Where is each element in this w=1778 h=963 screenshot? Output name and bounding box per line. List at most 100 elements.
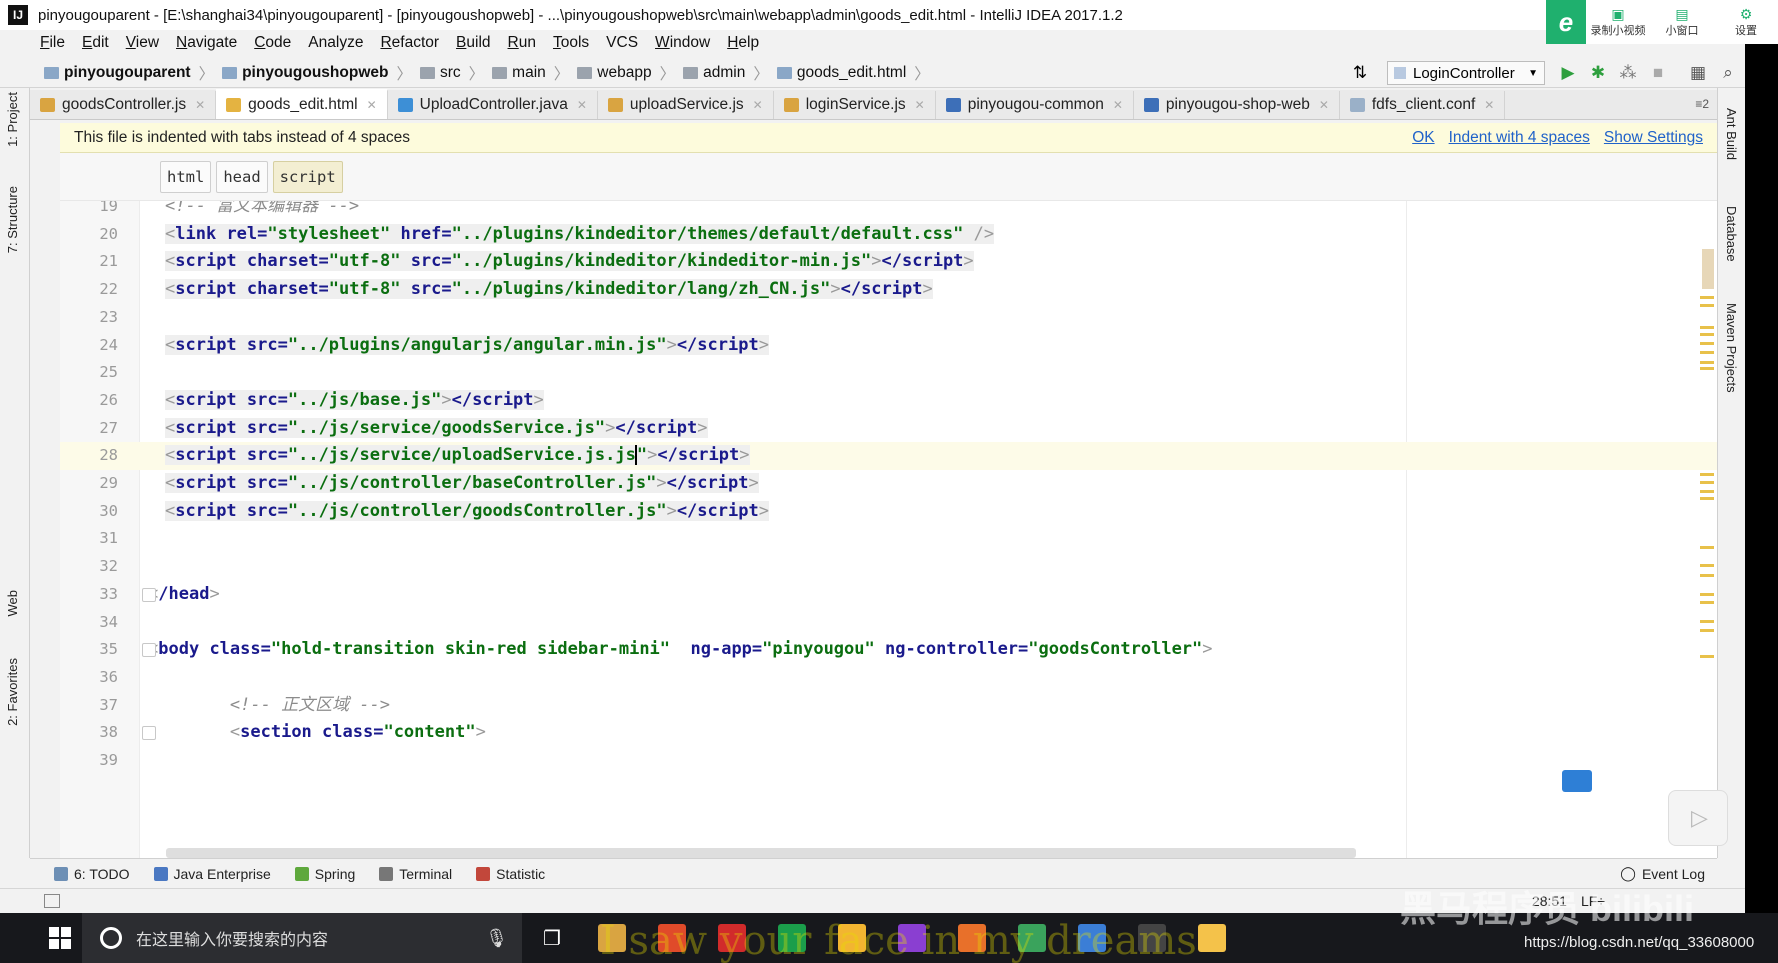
breadcrumb-item[interactable]: webapp 〉 bbox=[577, 62, 675, 84]
stop-icon[interactable]: ■ bbox=[1643, 63, 1673, 83]
microphone-icon[interactable]: 🎙 bbox=[485, 928, 508, 949]
menu-item[interactable]: VCS bbox=[606, 34, 638, 52]
error-stripe-mark[interactable] bbox=[1700, 473, 1714, 476]
build-icon[interactable]: ⇅ bbox=[1345, 63, 1375, 83]
menu-item[interactable]: Help bbox=[727, 34, 759, 52]
error-stripe-mark[interactable] bbox=[1700, 296, 1714, 299]
coverage-icon[interactable]: ⁂ bbox=[1613, 63, 1643, 83]
fold-marker-icon[interactable] bbox=[142, 587, 156, 602]
bottom-tool-button[interactable]: Terminal bbox=[379, 866, 452, 882]
close-icon[interactable]: ✕ bbox=[577, 98, 587, 112]
editor-tab[interactable]: pinyougou-common ✕ bbox=[936, 91, 1134, 119]
menu-mnemonic: B bbox=[456, 34, 467, 51]
menu-item[interactable]: View bbox=[126, 34, 159, 52]
editor-tab[interactable]: pinyougou-shop-web ✕ bbox=[1134, 91, 1340, 119]
breadcrumb-item[interactable]: goods_edit.html 〉 bbox=[776, 62, 930, 84]
menu-item[interactable]: Edit bbox=[82, 34, 109, 52]
error-stripe-mark[interactable] bbox=[1700, 342, 1714, 345]
menu-item[interactable]: Code bbox=[254, 34, 291, 52]
favorites-tool-tab[interactable]: 2: Favorites bbox=[5, 658, 20, 726]
structure-tool-tab[interactable]: 7: Structure bbox=[5, 186, 20, 253]
error-stripe-mark[interactable] bbox=[1700, 629, 1714, 632]
ok-link[interactable]: OK bbox=[1412, 129, 1434, 147]
close-icon[interactable]: ✕ bbox=[1113, 98, 1123, 112]
recorder-button[interactable]: ⚙ 设置 bbox=[1714, 0, 1778, 44]
web-tool-tab[interactable]: Web bbox=[5, 590, 20, 617]
menu-item[interactable]: Analyze bbox=[308, 34, 363, 52]
recorder-button[interactable]: ▣ 录制小视频 bbox=[1586, 0, 1650, 44]
bottom-tool-button[interactable]: Spring bbox=[294, 866, 355, 882]
menu-item[interactable]: Build bbox=[456, 34, 490, 52]
show-settings-link[interactable]: Show Settings bbox=[1604, 129, 1703, 147]
menu-item[interactable]: Window bbox=[655, 34, 710, 52]
play-float-icon[interactable]: ▷ bbox=[1668, 790, 1728, 846]
tag-crumb[interactable]: script bbox=[272, 160, 343, 193]
editor-tab[interactable]: goods_edit.html ✕ bbox=[216, 89, 388, 119]
menu-item[interactable]: File bbox=[40, 34, 65, 52]
line-number: 28 bbox=[99, 446, 118, 465]
tag-crumb[interactable]: html bbox=[160, 160, 212, 193]
run-icon[interactable]: ▶ bbox=[1553, 63, 1583, 83]
close-icon[interactable]: ✕ bbox=[1319, 98, 1329, 112]
error-stripe-mark[interactable] bbox=[1700, 351, 1714, 354]
breadcrumb-item[interactable]: src 〉 bbox=[419, 62, 484, 84]
menu-item[interactable]: Refactor bbox=[380, 34, 439, 52]
breadcrumb-item[interactable]: main 〉 bbox=[492, 62, 569, 84]
fold-marker-icon[interactable] bbox=[142, 643, 156, 658]
fold-marker-icon[interactable] bbox=[142, 726, 156, 741]
error-stripe-mark[interactable] bbox=[1700, 481, 1714, 484]
taskbar-search[interactable]: 在这里输入你要搜索的内容 🎙 bbox=[82, 913, 522, 963]
close-icon[interactable]: ✕ bbox=[195, 98, 205, 112]
error-stripe-mark[interactable] bbox=[1700, 574, 1714, 577]
error-stripe-mark[interactable] bbox=[1700, 333, 1714, 336]
breadcrumb-item[interactable]: pinyougoushopweb 〉 bbox=[222, 62, 412, 84]
error-stripe-mark[interactable] bbox=[1700, 326, 1714, 329]
tag-crumb[interactable]: head bbox=[216, 160, 268, 193]
error-stripe-mark[interactable] bbox=[1700, 564, 1714, 567]
bottom-tool-button[interactable]: 6: TODO bbox=[54, 866, 130, 882]
error-stripe-mark[interactable] bbox=[1700, 304, 1714, 307]
menu-item[interactable]: Navigate bbox=[176, 34, 237, 52]
recorder-button[interactable]: ▤ 小窗口 bbox=[1650, 0, 1714, 44]
debug-icon[interactable]: ✱ bbox=[1583, 63, 1613, 83]
editor-tab[interactable]: uploadService.js ✕ bbox=[598, 91, 774, 119]
bottom-tool-button[interactable]: Java Enterprise bbox=[153, 866, 271, 882]
tool-windows-toggle-icon[interactable] bbox=[44, 894, 60, 908]
error-stripe-mark[interactable] bbox=[1700, 593, 1714, 596]
close-icon[interactable]: ✕ bbox=[915, 98, 925, 112]
project-tool-tab[interactable]: 1: Project bbox=[5, 92, 20, 147]
maven-tool-tab[interactable]: Maven Projects bbox=[1724, 303, 1739, 393]
close-icon[interactable]: ✕ bbox=[367, 98, 377, 112]
start-button[interactable] bbox=[38, 915, 82, 961]
bottom-tool-button[interactable]: Statistic bbox=[476, 866, 545, 882]
horizontal-scrollbar[interactable] bbox=[166, 848, 1356, 858]
tabs-overflow-icon[interactable]: ≡2 bbox=[1695, 97, 1709, 119]
error-stripe-mark[interactable] bbox=[1700, 620, 1714, 623]
project-structure-icon[interactable]: ▦ bbox=[1683, 63, 1713, 83]
search-everywhere-icon[interactable]: ⌕ bbox=[1713, 63, 1743, 83]
breadcrumb-item[interactable]: admin 〉 bbox=[683, 62, 769, 84]
editor-tab[interactable]: fdfs_client.conf ✕ bbox=[1340, 91, 1506, 119]
error-stripe-mark[interactable] bbox=[1700, 655, 1714, 658]
database-tool-tab[interactable]: Database bbox=[1724, 206, 1739, 262]
indent-link[interactable]: Indent with 4 spaces bbox=[1449, 129, 1590, 147]
error-stripe-mark[interactable] bbox=[1700, 497, 1714, 500]
menu-item[interactable]: Tools bbox=[553, 34, 589, 52]
task-view-button[interactable]: ❐ bbox=[522, 913, 582, 963]
error-stripe-mark[interactable] bbox=[1700, 361, 1714, 364]
code-editor[interactable]: 19 <!-- 富文本编辑器 --> 20 <link rel="stylesheet… bbox=[60, 201, 1717, 858]
chat-float-icon[interactable] bbox=[1562, 770, 1592, 792]
editor-tab[interactable]: UploadController.java ✕ bbox=[388, 91, 598, 119]
editor-tab[interactable]: goodsController.js ✕ bbox=[30, 91, 217, 119]
editor-tab[interactable]: loginService.js ✕ bbox=[774, 91, 936, 119]
error-stripe-mark[interactable] bbox=[1700, 546, 1714, 549]
error-stripe-mark[interactable] bbox=[1700, 601, 1714, 604]
error-stripe-mark[interactable] bbox=[1700, 490, 1714, 493]
breadcrumb-item[interactable]: pinyougouparent 〉 bbox=[44, 62, 214, 84]
close-icon[interactable]: ✕ bbox=[1484, 98, 1494, 112]
close-icon[interactable]: ✕ bbox=[753, 98, 763, 112]
run-config-select[interactable]: LoginController ▼ bbox=[1387, 61, 1545, 85]
error-stripe-mark[interactable] bbox=[1700, 367, 1714, 370]
ant-build-tool-tab[interactable]: Ant Build bbox=[1724, 108, 1739, 160]
menu-item[interactable]: Run bbox=[508, 34, 536, 52]
